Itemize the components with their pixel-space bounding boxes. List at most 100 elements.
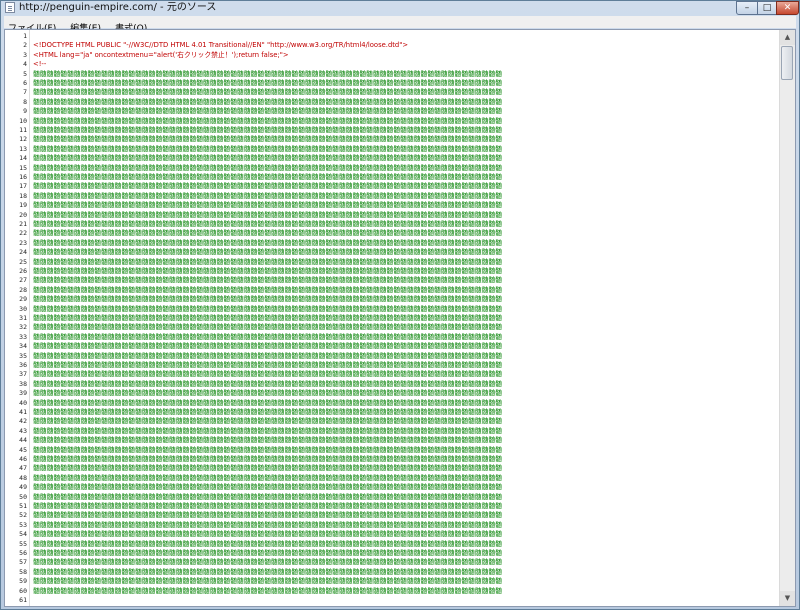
vertical-scrollbar[interactable]: ▲ ▼ [779, 30, 795, 606]
source-line: 髄髄髄髄髄髄髄髄髄髄髄髄髄髄髄髄髄髄髄髄髄髄髄髄髄髄髄髄髄髄髄髄髄髄髄髄髄髄髄髄… [33, 210, 502, 219]
source-line: 髄髄髄髄髄髄髄髄髄髄髄髄髄髄髄髄髄髄髄髄髄髄髄髄髄髄髄髄髄髄髄髄髄髄髄髄髄髄髄髄… [33, 586, 502, 595]
source-line: 髄髄髄髄髄髄髄髄髄髄髄髄髄髄髄髄髄髄髄髄髄髄髄髄髄髄髄髄髄髄髄髄髄髄髄髄髄髄髄髄… [33, 107, 502, 116]
line-number: 7 [23, 88, 27, 97]
source-line: <HTML lang="ja" oncontextmenu="alert('右ク… [33, 50, 289, 59]
line-number: 11 [19, 126, 27, 134]
minimize-button[interactable]: – [736, 1, 758, 15]
line-number: 48 [19, 473, 27, 482]
source-line: 髄髄髄髄髄髄髄髄髄髄髄髄髄髄髄髄髄髄髄髄髄髄髄髄髄髄髄髄髄髄髄髄髄髄髄髄髄髄髄髄… [33, 248, 502, 257]
source-line: <!-- [33, 60, 47, 69]
source-line: 髄髄髄髄髄髄髄髄髄髄髄髄髄髄髄髄髄髄髄髄髄髄髄髄髄髄髄髄髄髄髄髄髄髄髄髄髄髄髄髄… [33, 229, 502, 238]
title-bar[interactable]: http://penguin-empire.com/ - 元のソース – □ ✕ [1, 1, 799, 15]
close-button[interactable]: ✕ [776, 1, 799, 15]
line-number: 17 [19, 182, 27, 191]
source-line: 髄髄髄髄髄髄髄髄髄髄髄髄髄髄髄髄髄髄髄髄髄髄髄髄髄髄髄髄髄髄髄髄髄髄髄髄髄髄髄髄… [33, 144, 502, 153]
line-number: 5 [23, 69, 27, 78]
source-line: 髄髄髄髄髄髄髄髄髄髄髄髄髄髄髄髄髄髄髄髄髄髄髄髄髄髄髄髄髄髄髄髄髄髄髄髄髄髄髄髄… [33, 455, 502, 463]
source-line: 髄髄髄髄髄髄髄髄髄髄髄髄髄髄髄髄髄髄髄髄髄髄髄髄髄髄髄髄髄髄髄髄髄髄髄髄髄髄髄髄… [33, 267, 502, 275]
maximize-button[interactable]: □ [757, 1, 777, 15]
line-number: 52 [19, 511, 27, 520]
source-line: 髄髄髄髄髄髄髄髄髄髄髄髄髄髄髄髄髄髄髄髄髄髄髄髄髄髄髄髄髄髄髄髄髄髄髄髄髄髄髄髄… [33, 69, 502, 78]
line-number: 34 [19, 342, 27, 351]
source-text-area[interactable]: 1 2 3 4 5 6 7 8 9 10 11 12 13 14 15 16 17 18 19 20 21 22 23 24 2… [4, 29, 796, 607]
line-number: 50 [19, 492, 27, 501]
line-number: 39 [19, 389, 27, 398]
line-number: 33 [19, 332, 27, 341]
source-line: 髄髄髄髄髄髄髄髄髄髄髄髄髄髄髄髄髄髄髄髄髄髄髄髄髄髄髄髄髄髄髄髄髄髄髄髄髄髄髄髄… [33, 464, 502, 473]
source-line: 髄髄髄髄髄髄髄髄髄髄髄髄髄髄髄髄髄髄髄髄髄髄髄髄髄髄髄髄髄髄髄髄髄髄髄髄髄髄髄髄… [33, 201, 502, 210]
line-number: 49 [19, 483, 27, 492]
source-line: 髄髄髄髄髄髄髄髄髄髄髄髄髄髄髄髄髄髄髄髄髄髄髄髄髄髄髄髄髄髄髄髄髄髄髄髄髄髄髄髄… [33, 97, 502, 106]
source-line: 髄髄髄髄髄髄髄髄髄髄髄髄髄髄髄髄髄髄髄髄髄髄髄髄髄髄髄髄髄髄髄髄髄髄髄髄髄髄髄髄… [33, 483, 502, 492]
window-title: http://penguin-empire.com/ - 元のソース [19, 2, 217, 13]
line-number: 9 [23, 107, 27, 116]
line-number: 38 [19, 379, 27, 388]
source-line: 髄髄髄髄髄髄髄髄髄髄髄髄髄髄髄髄髄髄髄髄髄髄髄髄髄髄髄髄髄髄髄髄髄髄髄髄髄髄髄髄… [33, 323, 502, 332]
line-number: 30 [19, 304, 27, 313]
line-number: 6 [23, 79, 27, 87]
line-number: 3 [23, 50, 27, 59]
line-number: 27 [19, 276, 27, 285]
line-number: 4 [23, 60, 27, 69]
source-line: 髄髄髄髄髄髄髄髄髄髄髄髄髄髄髄髄髄髄髄髄髄髄髄髄髄髄髄髄髄髄髄髄髄髄髄髄髄髄髄髄… [33, 332, 502, 341]
line-number: 56 [19, 549, 27, 557]
source-line: 髄髄髄髄髄髄髄髄髄髄髄髄髄髄髄髄髄髄髄髄髄髄髄髄髄髄髄髄髄髄髄髄髄髄髄髄髄髄髄髄… [33, 389, 502, 398]
scroll-up-arrow-icon[interactable]: ▲ [780, 30, 795, 45]
source-line: 髄髄髄髄髄髄髄髄髄髄髄髄髄髄髄髄髄髄髄髄髄髄髄髄髄髄髄髄髄髄髄髄髄髄髄髄髄髄髄髄… [33, 549, 502, 557]
source-line: 髄髄髄髄髄髄髄髄髄髄髄髄髄髄髄髄髄髄髄髄髄髄髄髄髄髄髄髄髄髄髄髄髄髄髄髄髄髄髄髄… [33, 126, 502, 134]
line-number: 28 [19, 285, 27, 294]
line-number: 16 [19, 173, 27, 181]
line-number: 29 [19, 295, 27, 304]
source-viewer-window: http://penguin-empire.com/ - 元のソース – □ ✕… [0, 0, 800, 610]
source-line: 髄髄髄髄髄髄髄髄髄髄髄髄髄髄髄髄髄髄髄髄髄髄髄髄髄髄髄髄髄髄髄髄髄髄髄髄髄髄髄髄… [33, 539, 502, 548]
line-number: 47 [19, 464, 27, 473]
line-number: 10 [19, 116, 27, 125]
source-line: 髄髄髄髄髄髄髄髄髄髄髄髄髄髄髄髄髄髄髄髄髄髄髄髄髄髄髄髄髄髄髄髄髄髄髄髄髄髄髄髄… [33, 295, 502, 304]
line-number: 51 [19, 502, 27, 510]
source-line: 髄髄髄髄髄髄髄髄髄髄髄髄髄髄髄髄髄髄髄髄髄髄髄髄髄髄髄髄髄髄髄髄髄髄髄髄髄髄髄髄… [33, 558, 502, 567]
line-number: 20 [19, 210, 27, 219]
scroll-down-arrow-icon[interactable]: ▼ [780, 591, 795, 606]
line-number: 22 [19, 229, 27, 238]
source-line: 髄髄髄髄髄髄髄髄髄髄髄髄髄髄髄髄髄髄髄髄髄髄髄髄髄髄髄髄髄髄髄髄髄髄髄髄髄髄髄髄… [33, 370, 502, 379]
line-number: 35 [19, 351, 27, 360]
source-line: 髄髄髄髄髄髄髄髄髄髄髄髄髄髄髄髄髄髄髄髄髄髄髄髄髄髄髄髄髄髄髄髄髄髄髄髄髄髄髄髄… [33, 361, 502, 369]
line-number: 61 [19, 596, 27, 604]
source-line: 髄髄髄髄髄髄髄髄髄髄髄髄髄髄髄髄髄髄髄髄髄髄髄髄髄髄髄髄髄髄髄髄髄髄髄髄髄髄髄髄… [33, 182, 502, 191]
source-line: 髄髄髄髄髄髄髄髄髄髄髄髄髄髄髄髄髄髄髄髄髄髄髄髄髄髄髄髄髄髄髄髄髄髄髄髄髄髄髄髄… [33, 154, 502, 163]
source-line: 髄髄髄髄髄髄髄髄髄髄髄髄髄髄髄髄髄髄髄髄髄髄髄髄髄髄髄髄髄髄髄髄髄髄髄髄髄髄髄髄… [33, 285, 502, 294]
line-number: 2 [23, 41, 27, 50]
line-number: 14 [19, 154, 27, 163]
line-number: 8 [23, 97, 27, 106]
source-line: 髄髄髄髄髄髄髄髄髄髄髄髄髄髄髄髄髄髄髄髄髄髄髄髄髄髄髄髄髄髄髄髄髄髄髄髄髄髄髄髄… [33, 379, 502, 388]
line-number: 59 [19, 577, 27, 586]
line-number: 23 [19, 238, 27, 247]
source-line: 髄髄髄髄髄髄髄髄髄髄髄髄髄髄髄髄髄髄髄髄髄髄髄髄髄髄髄髄髄髄髄髄髄髄髄髄髄髄髄髄… [33, 577, 502, 586]
source-line: 髄髄髄髄髄髄髄髄髄髄髄髄髄髄髄髄髄髄髄髄髄髄髄髄髄髄髄髄髄髄髄髄髄髄髄髄髄髄髄髄… [33, 191, 502, 200]
line-number: 57 [19, 558, 27, 567]
source-line: 髄髄髄髄髄髄髄髄髄髄髄髄髄髄髄髄髄髄髄髄髄髄髄髄髄髄髄髄髄髄髄髄髄髄髄髄髄髄髄髄… [33, 530, 502, 539]
source-line: 髄髄髄髄髄髄髄髄髄髄髄髄髄髄髄髄髄髄髄髄髄髄髄髄髄髄髄髄髄髄髄髄髄髄髄髄髄髄髄髄… [33, 436, 502, 445]
scrollbar-thumb[interactable] [781, 46, 793, 80]
line-number: 53 [19, 520, 27, 529]
line-number: 21 [19, 220, 27, 228]
line-number: 32 [19, 323, 27, 332]
line-number: 45 [19, 445, 27, 454]
source-line: 髄髄髄髄髄髄髄髄髄髄髄髄髄髄髄髄髄髄髄髄髄髄髄髄髄髄髄髄髄髄髄髄髄髄髄髄髄髄髄髄… [33, 351, 502, 360]
source-line: 髄髄髄髄髄髄髄髄髄髄髄髄髄髄髄髄髄髄髄髄髄髄髄髄髄髄髄髄髄髄髄髄髄髄髄髄髄髄髄髄… [33, 520, 502, 529]
source-line: 髄髄髄髄髄髄髄髄髄髄髄髄髄髄髄髄髄髄髄髄髄髄髄髄髄髄髄髄髄髄髄髄髄髄髄髄髄髄髄髄… [33, 417, 502, 426]
line-number: 24 [19, 248, 27, 257]
line-number: 26 [19, 267, 27, 275]
line-number: 1 [23, 32, 27, 40]
source-line: 髄髄髄髄髄髄髄髄髄髄髄髄髄髄髄髄髄髄髄髄髄髄髄髄髄髄髄髄髄髄髄髄髄髄髄髄髄髄髄髄… [33, 408, 502, 416]
source-line: <!DOCTYPE HTML PUBLIC "-//W3C//DTD HTML … [33, 41, 409, 50]
line-number: 36 [19, 361, 27, 369]
source-line: 髄髄髄髄髄髄髄髄髄髄髄髄髄髄髄髄髄髄髄髄髄髄髄髄髄髄髄髄髄髄髄髄髄髄髄髄髄髄髄髄… [33, 116, 502, 125]
source-line: 髄髄髄髄髄髄髄髄髄髄髄髄髄髄髄髄髄髄髄髄髄髄髄髄髄髄髄髄髄髄髄髄髄髄髄髄髄髄髄髄… [33, 567, 502, 576]
line-number: 55 [19, 539, 27, 548]
source-line: 髄髄髄髄髄髄髄髄髄髄髄髄髄髄髄髄髄髄髄髄髄髄髄髄髄髄髄髄髄髄髄髄髄髄髄髄髄髄髄髄… [33, 511, 502, 520]
line-number: 37 [19, 370, 27, 379]
source-line: 髄髄髄髄髄髄髄髄髄髄髄髄髄髄髄髄髄髄髄髄髄髄髄髄髄髄髄髄髄髄髄髄髄髄髄髄髄髄髄髄… [33, 426, 502, 435]
line-number: 25 [19, 257, 27, 266]
line-number: 54 [19, 530, 27, 539]
